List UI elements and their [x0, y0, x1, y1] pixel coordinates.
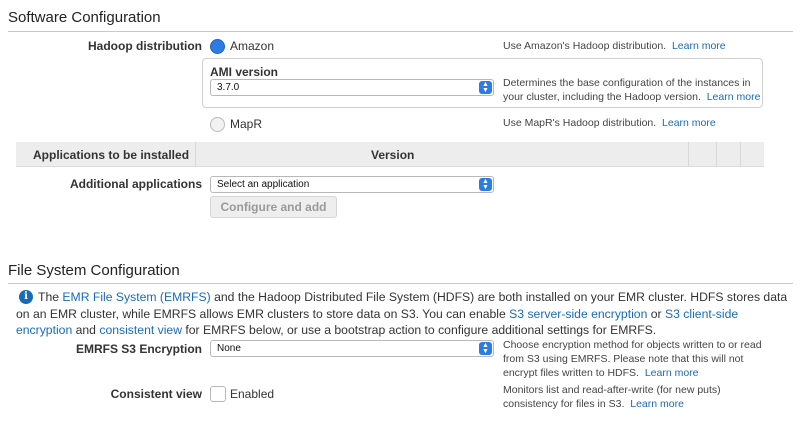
- mapr-help-text: Use MapR's Hadoop distribution. Learn mo…: [503, 117, 716, 129]
- chevron-updown-icon: ▲ ▼: [479, 178, 492, 191]
- chevron-updown-icon: ▲ ▼: [479, 342, 492, 355]
- consistent-view-checkbox[interactable]: [210, 386, 226, 402]
- section-divider: [8, 31, 793, 32]
- mapr-learn-more-link[interactable]: Learn more: [662, 117, 716, 129]
- consistent-view-label: Consistent view: [110, 387, 202, 401]
- filesystem-config-title: File System Configuration: [8, 262, 180, 279]
- col-divider: [740, 142, 741, 167]
- hadoop-distribution-label: Hadoop distribution: [88, 39, 202, 53]
- ami-version-value: 3.7.0: [217, 82, 240, 93]
- col-divider: [688, 142, 689, 167]
- mapr-radio[interactable]: [210, 117, 225, 132]
- encryption-learn-more-link[interactable]: Learn more: [645, 367, 699, 379]
- col-version: Version: [371, 148, 415, 162]
- additional-apps-label: Additional applications: [69, 177, 202, 191]
- encryption-help-text: Choose encryption method for objects wri…: [503, 339, 762, 379]
- application-select[interactable]: Select an application ▲ ▼: [210, 176, 494, 193]
- chevron-updown-icon: ▲ ▼: [479, 81, 492, 94]
- emrfs-link[interactable]: EMR File System (EMRFS): [62, 290, 210, 304]
- amazon-help-text: Use Amazon's Hadoop distribution. Learn …: [503, 40, 726, 52]
- application-select-value: Select an application: [217, 179, 310, 190]
- amazon-learn-more-link[interactable]: Learn more: [672, 40, 726, 52]
- configure-and-add-button[interactable]: Configure and add: [210, 196, 337, 218]
- mapr-label: MapR: [230, 117, 263, 131]
- emrfs-info-text: The EMR File System (EMRFS) and the Hado…: [16, 290, 788, 337]
- ami-version-select[interactable]: 3.7.0 ▲ ▼: [210, 79, 494, 96]
- emrfs-encryption-select[interactable]: None ▲ ▼: [210, 340, 494, 357]
- col-divider: [195, 142, 196, 167]
- emrfs-encryption-label: EMRFS S3 Encryption: [75, 342, 202, 356]
- consistent-help-text: Monitors list and read-after-write (for …: [503, 384, 721, 410]
- consistent-view-link[interactable]: consistent view: [99, 323, 182, 337]
- col-applications: Applications to be installed: [33, 148, 190, 162]
- section-divider: [8, 283, 793, 284]
- s3-cse-link-cont[interactable]: encryption: [16, 323, 72, 337]
- ami-help-text: Determines the base configuration of the…: [503, 77, 761, 103]
- applications-table-header: Applications to be installed Version: [16, 142, 764, 167]
- ami-learn-more-link[interactable]: Learn more: [707, 91, 761, 103]
- col-divider: [716, 142, 717, 167]
- s3-cse-link[interactable]: S3 client-side: [665, 307, 738, 321]
- consistent-learn-more-link[interactable]: Learn more: [630, 398, 684, 410]
- enabled-label: Enabled: [230, 387, 275, 401]
- software-config-title: Software Configuration: [8, 9, 161, 26]
- amazon-label: Amazon: [230, 39, 275, 53]
- ami-version-label: AMI version: [210, 65, 279, 79]
- s3-sse-link[interactable]: S3 server-side encryption: [509, 307, 647, 321]
- amazon-radio[interactable]: [210, 39, 225, 54]
- emrfs-encryption-value: None: [217, 343, 241, 354]
